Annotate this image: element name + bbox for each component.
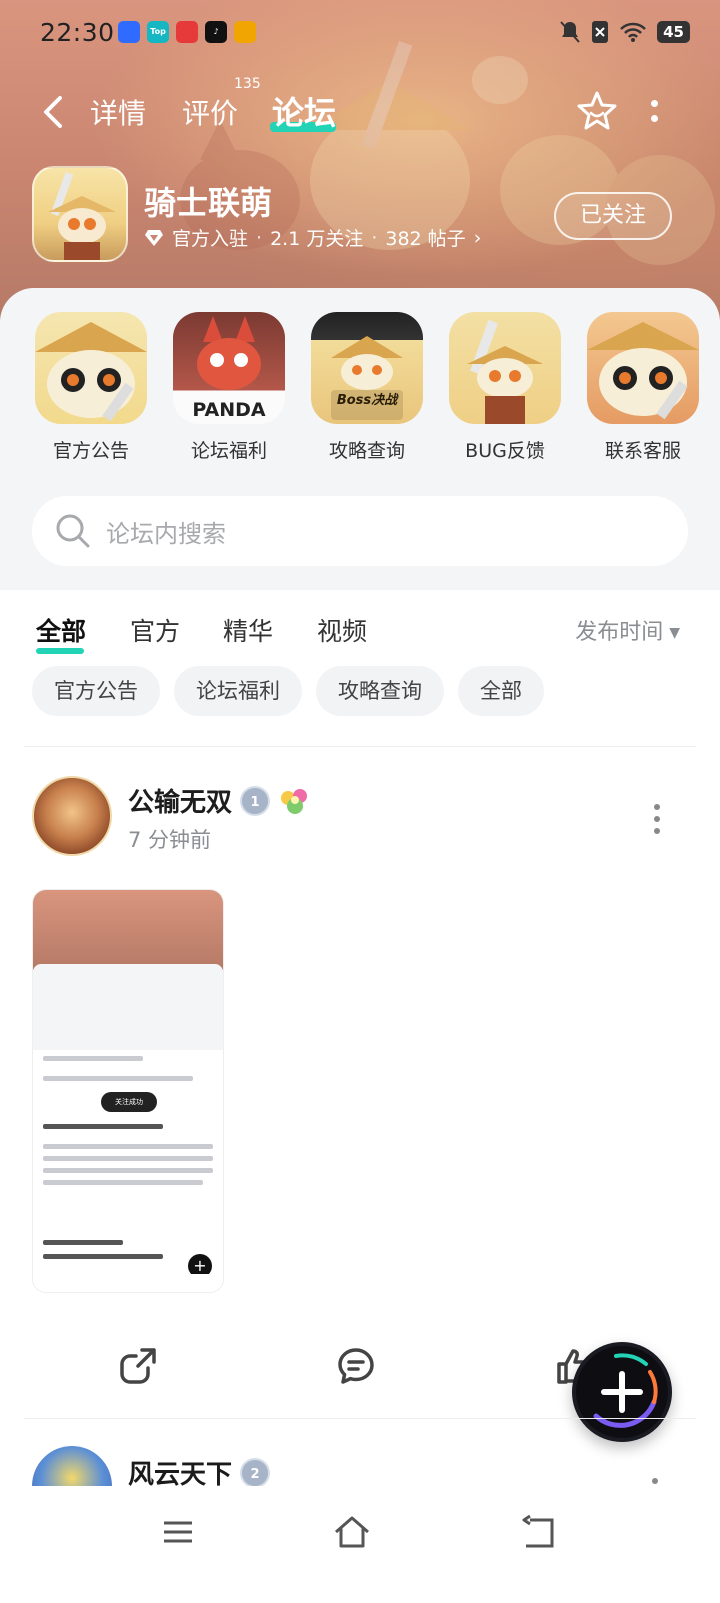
shortcut-row: 官方公告 PANDA 论坛福利 Boss决战 攻略查询 BUG反馈 联系客服	[22, 312, 712, 463]
comment-icon[interactable]	[336, 1346, 376, 1386]
knight-icon	[449, 312, 561, 424]
game-app-icon[interactable]	[32, 166, 128, 262]
game-stats[interactable]: 官方入驻 · 2.1 万关注 · 382 帖子 ›	[144, 224, 481, 251]
tab-forum-label: 论坛	[272, 94, 337, 132]
status-indicators: 45	[559, 20, 690, 44]
chip-all[interactable]: 全部	[458, 666, 544, 716]
favorite-star-icon[interactable]	[574, 88, 620, 134]
post-filter-tabs: 全部 官方 精华 视频 发布时间 ▼	[36, 612, 692, 662]
chip-guides[interactable]: 攻略查询	[316, 666, 444, 716]
chip-benefits[interactable]: 论坛福利	[174, 666, 302, 716]
battery-indicator: 45	[657, 21, 690, 43]
top-navigation: 详情 评价 135 论坛	[0, 76, 720, 140]
follow-button[interactable]: 已关注	[554, 192, 672, 240]
followers-count: 2.1 万关注	[270, 228, 364, 250]
panda-icon	[35, 312, 147, 424]
review-count: 135	[234, 76, 261, 92]
status-time: 22:30	[40, 17, 115, 47]
active-filter-indicator	[36, 648, 84, 654]
shortcut-label: 联系客服	[604, 440, 681, 462]
app-notification-icon: Top	[147, 21, 169, 43]
shortcut-label: 论坛福利	[190, 440, 267, 462]
home-icon[interactable]	[332, 1512, 372, 1552]
shortcut-label: 攻略查询	[328, 440, 405, 462]
thumbnail-toast: 关注成功	[101, 1092, 157, 1112]
post-more-icon[interactable]	[652, 804, 662, 834]
flower-badge-icon	[281, 788, 308, 814]
menu-icon[interactable]	[158, 1512, 198, 1552]
weibo-icon	[234, 21, 256, 43]
shortcut-benefits[interactable]: PANDA 论坛福利	[160, 312, 298, 463]
tab-forum[interactable]: 论坛	[270, 88, 337, 134]
sort-dropdown[interactable]: 发布时间 ▼	[575, 614, 680, 646]
svg-text:Boss决战: Boss决战	[337, 392, 399, 408]
dropdown-arrow-icon: ▼	[669, 625, 680, 641]
post-time: 7 分钟前	[128, 828, 212, 852]
system-navigation-bar	[0, 1488, 720, 1603]
sim-off-icon	[592, 21, 609, 43]
filter-tab-official[interactable]: 官方	[130, 612, 180, 648]
chevron-right-icon: ›	[473, 226, 482, 249]
divider	[24, 1418, 696, 1419]
search-placeholder: 论坛内搜索	[106, 519, 226, 548]
game-banner: 22:30 Top ♪ 45 详情 评价 135 论坛 骑士联萌 官方入驻 · …	[0, 0, 720, 320]
forum-post[interactable]: 风云天下 2	[32, 1446, 688, 1486]
shortcut-guides[interactable]: Boss决战 攻略查询	[298, 312, 436, 463]
back-arrow-icon[interactable]	[38, 92, 68, 132]
avatar[interactable]	[32, 776, 112, 856]
level-badge: 1	[240, 785, 271, 816]
dragon-panda-icon: PANDA	[173, 312, 285, 424]
post-author[interactable]: 公输无双 1	[128, 782, 312, 819]
avatar[interactable]	[32, 1446, 112, 1486]
post-image-screenshot[interactable]: 关注成功 +	[32, 889, 224, 1293]
tab-reviews[interactable]: 评价 135	[182, 76, 261, 132]
level-badge: 2	[240, 1457, 271, 1486]
shortcut-bug-report[interactable]: BUG反馈	[436, 312, 574, 463]
filter-tab-featured[interactable]: 精华	[223, 612, 273, 648]
panda-knight-icon	[587, 312, 699, 424]
filter-tab-video[interactable]: 视频	[317, 612, 367, 648]
app-notification-icon	[118, 21, 140, 43]
shortcut-label: BUG反馈	[465, 440, 545, 462]
search-icon	[56, 514, 90, 548]
chip-announcements[interactable]: 官方公告	[32, 666, 160, 716]
forum-panel: 官方公告 PANDA 论坛福利 Boss决战 攻略查询 BUG反馈 联系客服 论…	[0, 288, 720, 590]
more-options-icon[interactable]	[648, 96, 660, 126]
shortcut-label: 官方公告	[52, 440, 129, 462]
wifi-icon	[620, 22, 647, 42]
filter-tab-all[interactable]: 全部	[36, 612, 86, 654]
back-icon[interactable]	[518, 1512, 558, 1552]
divider	[24, 746, 696, 747]
forum-search-input[interactable]: 论坛内搜索	[32, 496, 688, 566]
tiktok-icon: ♪	[205, 21, 227, 43]
game-character-image	[48, 171, 116, 260]
shortcut-customer-service[interactable]: 联系客服	[574, 312, 712, 463]
category-chips: 官方公告 论坛福利 攻略查询 全部	[32, 666, 544, 716]
posts-count: 382 帖子	[385, 228, 466, 250]
official-label: 官方入驻	[172, 228, 249, 250]
post-more-icon[interactable]	[652, 1478, 658, 1484]
app-notification-icon	[176, 21, 198, 43]
share-icon[interactable]	[118, 1346, 158, 1386]
shortcut-announcements[interactable]: 官方公告	[22, 312, 160, 463]
game-title: 骑士联萌	[144, 184, 273, 222]
notification-icons: Top ♪	[118, 21, 256, 43]
create-post-button[interactable]	[572, 1342, 672, 1442]
status-bar: 22:30 Top ♪ 45	[0, 14, 720, 50]
tab-reviews-label: 评价	[182, 97, 239, 130]
diamond-icon	[145, 229, 163, 246]
post-author[interactable]: 风云天下 2	[128, 1454, 271, 1486]
mute-icon	[560, 21, 580, 43]
plus-icon	[593, 1353, 658, 1428]
boss-battle-icon: Boss决战	[311, 312, 423, 424]
svg-text:PANDA: PANDA	[192, 399, 266, 421]
game-header: 骑士联萌 官方入驻 · 2.1 万关注 · 382 帖子 › 已关注	[32, 166, 688, 266]
tab-details[interactable]: 详情	[90, 92, 146, 132]
